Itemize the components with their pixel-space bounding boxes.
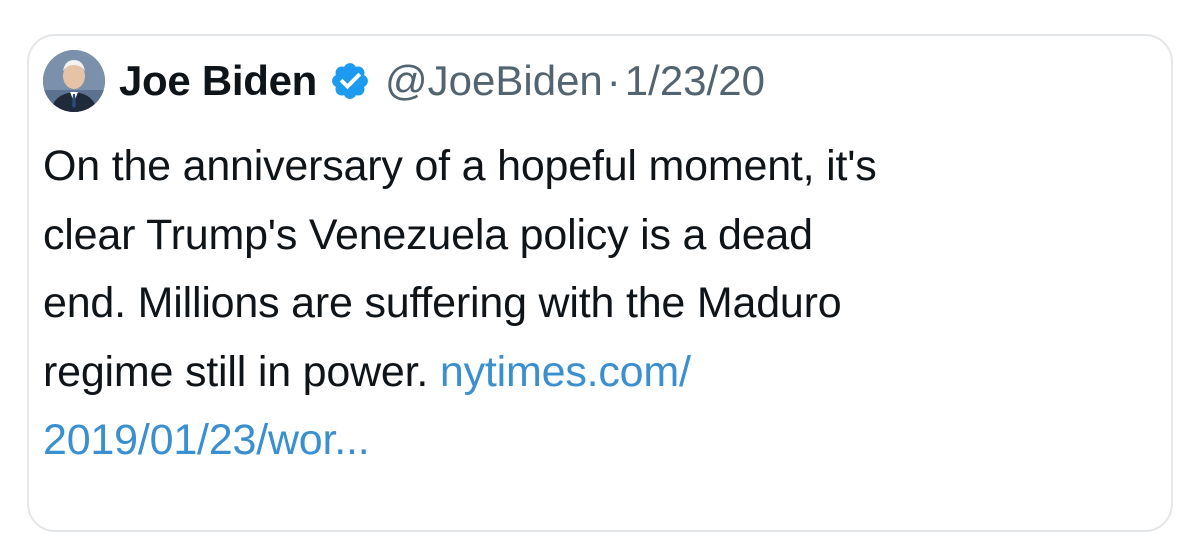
tweet-header: Joe Biden @JoeBiden · 1/23/20: [43, 46, 765, 116]
article-link-continued[interactable]: 2019/01/23/wor...: [43, 416, 370, 464]
tweet-text-line: end. Millions are suffering with the Mad…: [43, 279, 842, 327]
author-name[interactable]: Joe Biden: [119, 57, 317, 105]
tweet-text-line: clear Trump's Venezuela policy is a dead: [43, 210, 813, 259]
tweet-text-line: On the anniversary of a hopeful moment, …: [43, 142, 877, 190]
tweet-text-line: 2019/01/23/wor...: [43, 406, 1123, 475]
avatar-portrait-icon: [43, 50, 105, 112]
tweet-text-segment: regime still in power.: [43, 347, 440, 396]
verified-badge-icon: [329, 60, 371, 102]
separator-dot: ·: [606, 57, 621, 104]
avatar[interactable]: [43, 50, 105, 112]
tweet-text-line: regime still in power. nytimes.com/: [43, 338, 1123, 407]
article-link[interactable]: nytimes.com/: [440, 348, 691, 396]
tweet-timestamp[interactable]: 1/23/20: [625, 57, 765, 105]
page: Joe Biden @JoeBiden · 1/23/20 On the ann…: [0, 0, 1200, 541]
author-handle[interactable]: @JoeBiden: [385, 57, 603, 105]
tweet-text: On the anniversary of a hopeful moment, …: [43, 132, 1123, 475]
